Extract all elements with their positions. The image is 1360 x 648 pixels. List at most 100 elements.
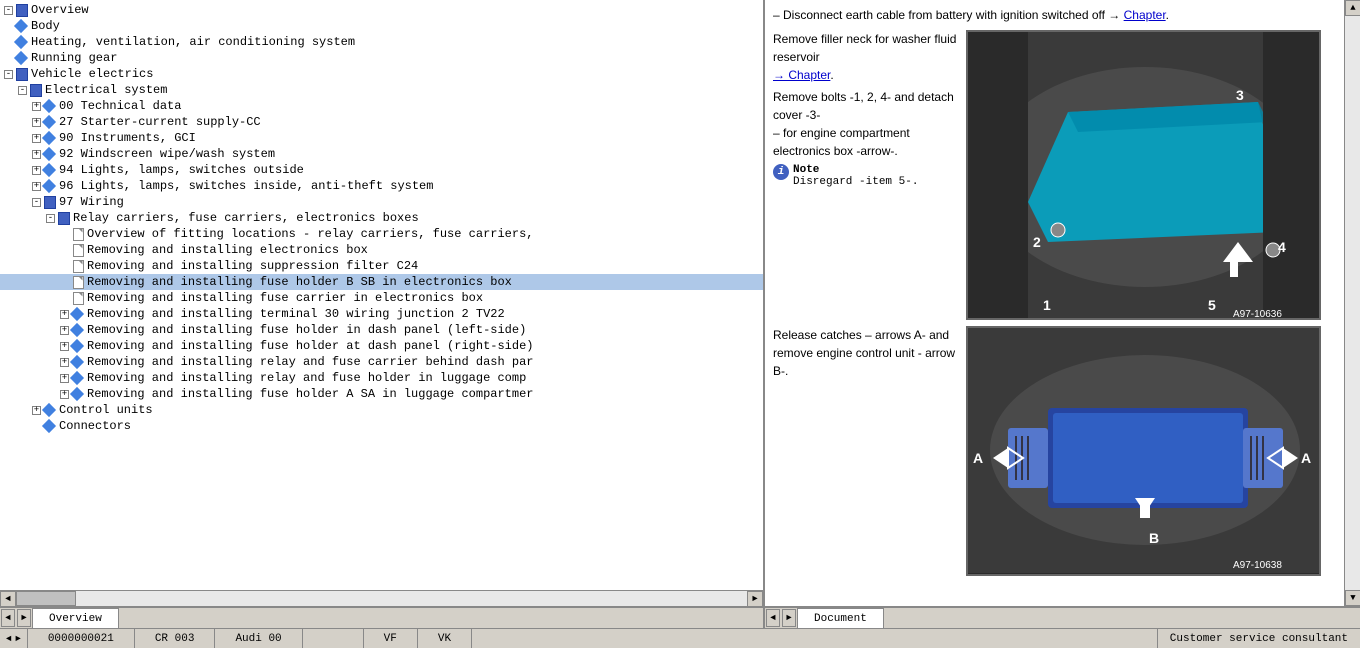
expand-instruments[interactable]: + [32,134,41,143]
status-consultant: Customer service consultant [1157,629,1360,648]
note-icon: i [773,164,789,180]
status-arrow-right[interactable]: ► [15,634,20,644]
expand-terminal[interactable]: + [60,310,69,319]
diamond-icon [71,307,85,321]
scrollbar-thumb[interactable] [16,591,76,606]
svg-text:A: A [973,450,983,466]
status-vf: VF [364,629,418,648]
bottom-text-block: Release catches – arrows A- and remove e… [773,326,958,576]
tree-item-rem-fuse-sb[interactable]: Removing and installing fuse holder B SB… [0,274,763,290]
tree-item-rem-relay-dash[interactable]: + Removing and installing relay and fuse… [0,354,763,370]
instruction-filler: Remove filler neck for washer fluid rese… [773,30,958,84]
chapter-link-intro[interactable]: Chapter [1124,8,1166,22]
tree-item-rem-fuse-sa[interactable]: + Removing and installing fuse holder A … [0,386,763,402]
left-tab-nav-next[interactable]: ► [17,609,31,627]
tree-item-control[interactable]: + Control units [0,402,763,418]
horizontal-scrollbar: ◄ ► [0,590,763,606]
expand-electrical[interactable]: - [18,86,27,95]
doc-icon [71,243,85,257]
svg-text:2: 2 [1033,234,1041,250]
svg-text:5: 5 [1208,297,1216,313]
expand-tech[interactable]: + [32,102,41,111]
tree-item-rem-fuse-left[interactable]: + Removing and installing fuse holder in… [0,322,763,338]
tree-item-lights-inside[interactable]: + 96 Lights, lamps, switches inside, ant… [0,178,763,194]
expand-relay-dash[interactable]: + [60,358,69,367]
tree-item-rem-terminal[interactable]: + Removing and installing terminal 30 wi… [0,306,763,322]
tree-item-connectors[interactable]: Connectors [0,418,763,434]
scroll-right-btn[interactable]: ► [747,591,763,607]
tree-item-wiring[interactable]: - 97 Wiring [0,194,763,210]
expand-vehicle[interactable]: - [4,70,13,79]
top-car-image: 3 2 4 1 5 A97-10636 [966,30,1321,320]
tree-item-heating[interactable]: Heating, ventilation, air conditioning s… [0,34,763,50]
diamond-icon [43,131,57,145]
book-icon [15,67,29,81]
tree-item-windscreen[interactable]: + 92 Windscreen wipe/wash system [0,146,763,162]
expand-fuse-right[interactable]: + [60,342,69,351]
tree-item-lights-outside[interactable]: + 94 Lights, lamps, switches outside [0,162,763,178]
tab-overview[interactable]: Overview [32,608,119,628]
tree-item-rem-fuse-carrier[interactable]: Removing and installing fuse carrier in … [0,290,763,306]
top-section: Remove filler neck for washer fluid rese… [773,30,1336,320]
diamond-icon [43,115,57,129]
expand-fuse-left[interactable]: + [60,326,69,335]
right-tab-nav-next[interactable]: ► [782,609,796,627]
expand-wiring[interactable]: - [32,198,41,207]
scroll-up-btn[interactable]: ▲ [1345,0,1360,16]
diamond-icon [71,323,85,337]
tree-item-overview-fitting[interactable]: Overview of fitting locations - relay ca… [0,226,763,242]
book-icon [43,195,57,209]
tree-item-electrical[interactable]: - Electrical system [0,82,763,98]
status-vk: VK [418,629,472,648]
expand-relay[interactable]: - [46,214,55,223]
svg-text:3: 3 [1236,87,1244,103]
bottom-car-image: A A B A97-10638 [966,326,1321,576]
diamond-icon [15,19,29,33]
bottom-section: Release catches – arrows A- and remove e… [773,326,1336,576]
expand-control[interactable]: + [32,406,41,415]
diamond-icon [43,179,57,193]
intro-line: – Disconnect earth cable from battery wi… [773,6,1336,24]
right-tab-nav-prev[interactable]: ◄ [766,609,780,627]
expand-windscreen[interactable]: + [32,150,41,159]
tree-item-body[interactable]: Body [0,18,763,34]
left-tab-nav-prev[interactable]: ◄ [1,609,15,627]
tree-item-relay[interactable]: - Relay carriers, fuse carriers, electro… [0,210,763,226]
expand-overview[interactable]: - [4,6,13,15]
status-blank [303,629,364,648]
right-tabs: ◄ ► Document [765,608,1360,628]
tree-item-vehicle-electrics[interactable]: - Vehicle electrics [0,66,763,82]
diamond-icon [71,339,85,353]
tree-item-rem-electronics[interactable]: Removing and installing electronics box [0,242,763,258]
tree-item-rem-suppression[interactable]: Removing and installing suppression filt… [0,258,763,274]
tree-item-tech[interactable]: + 00 Technical data [0,98,763,114]
expand-relay-luggage[interactable]: + [60,374,69,383]
diamond-icon [71,355,85,369]
scrollbar-track[interactable] [16,591,747,606]
expand-starter[interactable]: + [32,118,41,127]
diamond-icon [43,403,57,417]
scroll-left-btn[interactable]: ◄ [0,591,16,607]
tab-document[interactable]: Document [797,608,884,628]
expand-lights-out[interactable]: + [32,166,41,175]
expand-fuse-sa[interactable]: + [60,390,69,399]
status-arrow-left[interactable]: ◄ [6,634,11,644]
right-scrollbar-track[interactable] [1345,16,1360,590]
chapter-link-filler[interactable]: → Chapter [773,68,830,82]
expand-lights-in[interactable]: + [32,182,41,191]
tree-item-instruments[interactable]: + 90 Instruments, GCI [0,130,763,146]
note-text: Disregard -item 5-. [793,176,918,188]
right-scrollbar: ▲ ▼ [1344,0,1360,606]
right-content: – Disconnect earth cable from battery wi… [765,0,1344,606]
diamond-icon [71,387,85,401]
status-audi: Audi 00 [215,629,302,648]
tree-item-rem-fuse-right[interactable]: + Removing and installing fuse holder at… [0,338,763,354]
diamond-icon [15,35,29,49]
status-bar: ◄ ► 0000000021 CR 003 Audi 00 VF VK Cust… [0,628,1360,648]
doc-icon [71,227,85,241]
tree-item-starter[interactable]: + 27 Starter-current supply-CC [0,114,763,130]
scroll-down-btn[interactable]: ▼ [1345,590,1360,606]
tree-item-overview[interactable]: - Overview [0,2,763,18]
tree-item-rem-relay-luggage[interactable]: + Removing and installing relay and fuse… [0,370,763,386]
tree-item-running[interactable]: Running gear [0,50,763,66]
